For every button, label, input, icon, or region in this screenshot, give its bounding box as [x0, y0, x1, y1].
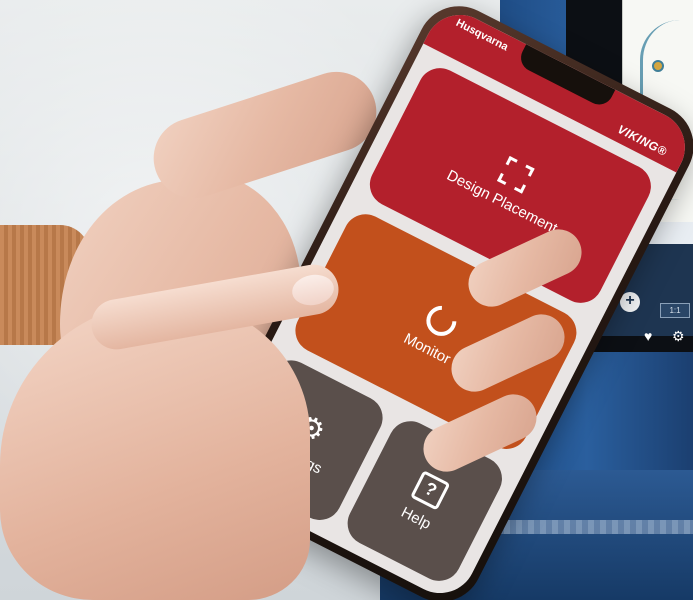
help-book-icon: ? [410, 469, 451, 511]
plus-button[interactable]: + [620, 292, 640, 312]
zoom-ratio[interactable]: 1:1 [660, 303, 690, 318]
embroidery-flower [652, 60, 664, 72]
design-placement-icon [497, 155, 535, 194]
heart-icon[interactable]: ♥ [644, 328, 652, 344]
monitor-ring-icon [420, 299, 463, 342]
gear-icon[interactable]: ⚙ [672, 328, 685, 345]
brand-logo-viking: VIKING® [615, 122, 670, 159]
help-label: Help [398, 503, 434, 533]
photo-scene: ✥ 360x200 Q ⤡ 50 − + 1:1 ♥ ⚙ Husqvarna V… [0, 0, 693, 600]
